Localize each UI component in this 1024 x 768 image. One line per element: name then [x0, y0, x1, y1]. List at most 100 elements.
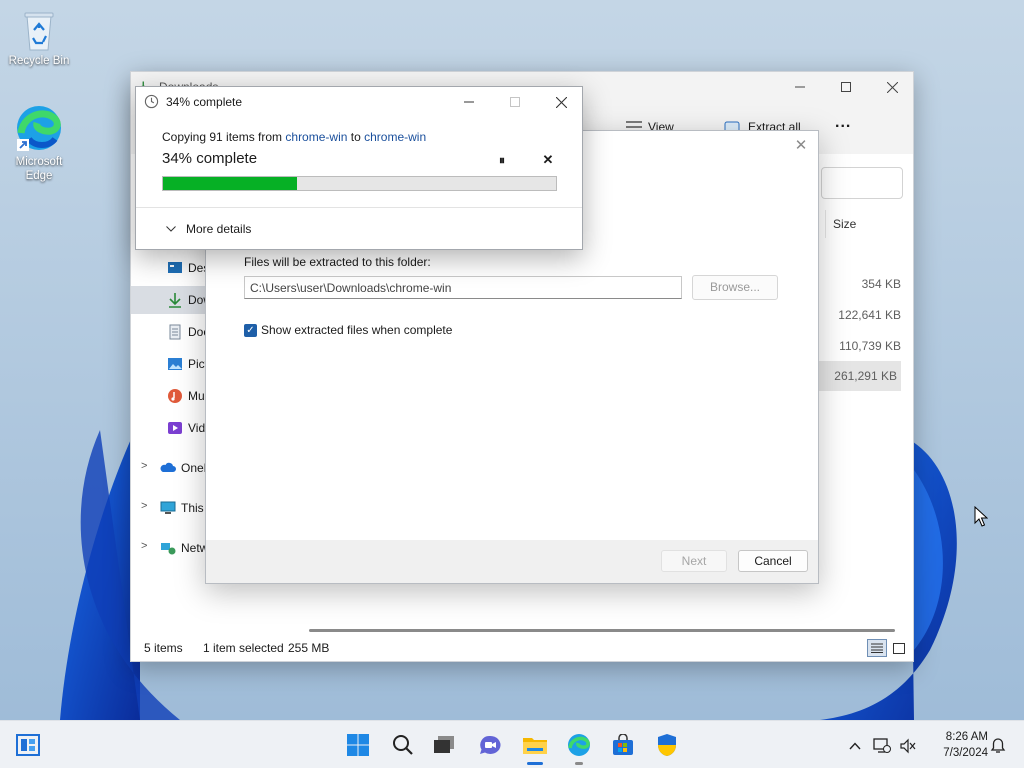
taskbar: 8:26 AM 7/3/2024	[0, 720, 1024, 768]
search-box[interactable]	[821, 167, 903, 199]
copy-description: Copying 91 items from chrome-win to chro…	[162, 130, 426, 144]
notifications-button[interactable]	[988, 736, 1008, 756]
source-folder-link[interactable]: chrome-win	[285, 130, 347, 144]
nav-item-music[interactable]: Music	[131, 382, 207, 410]
destination-path-input[interactable]	[244, 276, 682, 299]
copy-dialog-titlebar[interactable]: 34% complete	[136, 87, 582, 117]
maximize-button-disabled	[492, 87, 538, 117]
chat-button[interactable]	[475, 730, 505, 760]
more-details-label: More details	[186, 222, 252, 236]
task-view-button[interactable]	[429, 730, 459, 760]
pause-icon: ⏸	[498, 153, 505, 167]
nav-item-this-pc[interactable]: This PC	[131, 494, 207, 522]
music-icon	[168, 389, 182, 403]
nav-item-network[interactable]: Network	[131, 534, 207, 562]
column-header-size[interactable]: Size	[825, 210, 905, 238]
volume-button[interactable]	[898, 736, 918, 756]
file-size-cell-selected[interactable]: 261,291 KB	[817, 361, 901, 391]
nav-item-videos[interactable]: Videos	[131, 414, 207, 442]
download-icon	[169, 293, 181, 308]
file-size-cell: 110,739 KB	[839, 339, 901, 353]
videos-icon	[168, 422, 182, 434]
maximize-button[interactable]	[823, 72, 869, 102]
nav-item-onedrive[interactable]: OneDrive	[131, 454, 207, 482]
percent-complete: 34% complete	[162, 150, 258, 167]
tiles-view-button[interactable]	[889, 639, 909, 657]
search-icon	[393, 735, 413, 755]
desktop-icon-label: Recycle Bin	[8, 55, 70, 67]
navigation-pane: Desktop Downloads Documents Pictures Mus…	[131, 192, 207, 631]
clock[interactable]: 8:26 AM 7/3/2024	[926, 729, 988, 761]
close-button[interactable]	[869, 72, 915, 102]
more-options-label: ...	[835, 114, 852, 131]
minimize-icon	[795, 86, 805, 88]
copy-progress-bar	[162, 176, 557, 191]
onedrive-icon	[160, 462, 176, 472]
show-files-label: Show extracted files when complete	[261, 323, 453, 337]
nav-item-documents[interactable]: Documents	[131, 318, 207, 346]
taskbar-security[interactable]	[652, 730, 682, 760]
item-count: 5 items	[144, 641, 183, 655]
mouse-cursor-icon	[974, 506, 988, 527]
running-indicator	[527, 762, 543, 765]
minimize-button[interactable]	[446, 87, 492, 117]
show-files-option[interactable]: ✓ Show extracted files when complete	[244, 323, 452, 337]
details-view-button[interactable]	[867, 639, 887, 657]
close-icon	[886, 81, 898, 93]
running-indicator	[575, 762, 583, 765]
volume-muted-icon	[900, 738, 916, 754]
cancel-button[interactable]: Cancel	[738, 550, 808, 572]
edge-icon	[568, 734, 590, 756]
minimize-button[interactable]	[777, 72, 823, 102]
taskbar-store[interactable]	[608, 730, 638, 760]
widgets-button[interactable]	[13, 730, 43, 760]
widgets-icon	[16, 734, 40, 756]
next-button[interactable]: Next	[661, 550, 727, 572]
edge-icon	[17, 106, 61, 151]
more-details-toggle[interactable]: More details	[166, 222, 251, 236]
details-view-icon	[871, 643, 883, 653]
extract-dialog-close-button[interactable]: ✕	[792, 137, 810, 155]
close-icon	[555, 96, 567, 108]
browse-button[interactable]: Browse...	[692, 275, 778, 300]
start-icon	[347, 734, 369, 756]
taskbar-edge[interactable]	[564, 730, 594, 765]
search-button[interactable]	[388, 730, 418, 760]
nav-item-pictures[interactable]: Pictures	[131, 350, 207, 378]
tiles-view-icon	[893, 642, 905, 654]
desktop-icon	[168, 262, 182, 273]
store-icon	[613, 734, 633, 755]
copy-dialog-title: 34% complete	[166, 95, 243, 109]
documents-icon	[169, 324, 181, 340]
maximize-icon	[841, 82, 851, 92]
maximize-icon	[510, 97, 520, 107]
desktop-icon-recycle-bin[interactable]: Recycle Bin	[3, 8, 75, 68]
minimize-icon	[464, 101, 474, 103]
close-button[interactable]	[538, 87, 584, 117]
progress-fill	[163, 177, 297, 190]
divider	[136, 207, 582, 208]
destination-folder-link[interactable]: chrome-win	[364, 130, 426, 144]
recycle-bin-icon	[24, 12, 54, 51]
desktop-icon-edge[interactable]: Microsoft Edge	[3, 103, 75, 183]
show-files-checkbox[interactable]: ✓	[244, 323, 257, 337]
start-button[interactable]	[343, 730, 373, 760]
more-options-button[interactable]: ...	[835, 114, 851, 132]
clock-date: 7/3/2024	[943, 747, 988, 759]
cancel-copy-button[interactable]: ✕	[538, 151, 558, 169]
horizontal-scrollbar[interactable]	[309, 629, 895, 632]
nav-item-desktop[interactable]: Desktop	[131, 254, 207, 282]
chevron-down-icon	[166, 226, 176, 232]
network-status-button[interactable]	[872, 736, 892, 756]
selection-size: 255 MB	[288, 641, 330, 655]
network-icon	[161, 543, 176, 555]
chevron-up-icon	[849, 742, 861, 750]
nav-item-downloads[interactable]: Downloads	[131, 286, 207, 314]
pause-button[interactable]: ⏸	[492, 151, 512, 169]
taskbar-file-explorer[interactable]	[520, 730, 550, 765]
nav-label: This PC	[181, 501, 207, 515]
clock-icon	[144, 94, 159, 109]
selection-count: 1 item selected	[203, 641, 284, 655]
destination-folder-label: Files will be extracted to this folder:	[244, 255, 431, 269]
show-hidden-icons-button[interactable]	[845, 736, 865, 756]
